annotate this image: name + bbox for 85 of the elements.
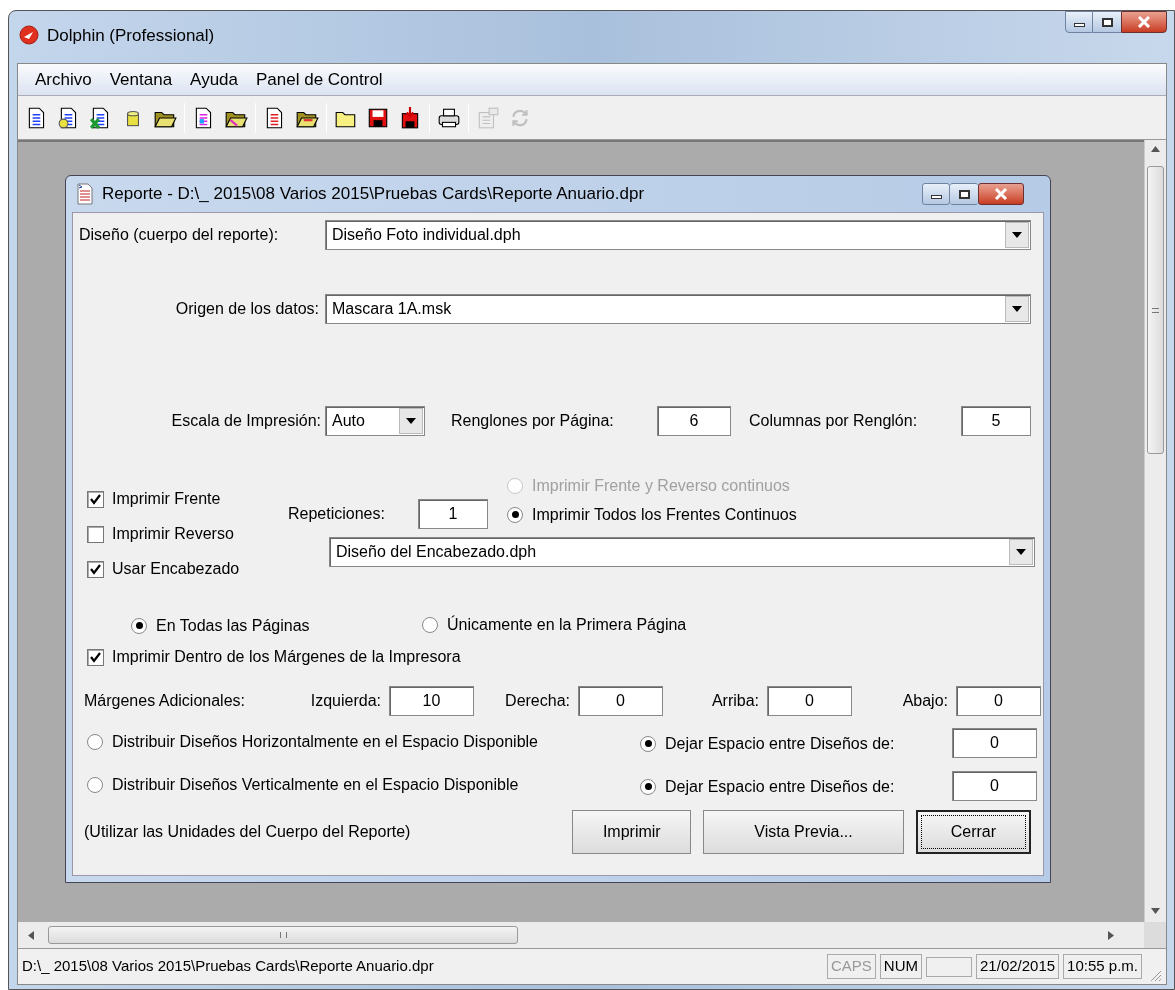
field-label: Columnas por Renglón: (749, 411, 919, 431)
checkbox[interactable]: Imprimir Reverso (87, 522, 234, 546)
status-pane (926, 956, 973, 977)
number-field[interactable]: 0 (952, 771, 1037, 801)
radio-option[interactable]: Dejar Espacio entre Diseños de: (640, 774, 895, 799)
scroll-left-icon[interactable] (28, 930, 34, 940)
dialog-button[interactable]: Cerrar (915, 810, 1031, 854)
dropdown[interactable]: Mascara 1A.msk (325, 294, 1031, 324)
radio-button[interactable] (87, 776, 103, 793)
dropdown[interactable]: Auto (325, 406, 425, 436)
dropdown[interactable]: Diseño del Encabezado.dph (329, 537, 1035, 567)
number-field[interactable]: 0 (952, 728, 1037, 758)
status-indicator: NUM (879, 954, 923, 979)
note-text: (Utilizar las Unidades del Cuerpo del Reporte) (84, 822, 412, 842)
close-icon (1137, 16, 1151, 28)
menu-item[interactable]: Ventana (100, 66, 182, 93)
app-logo-icon (19, 25, 39, 45)
field-label: Origen de los datos: (174, 299, 319, 319)
field-label: Repeticiones: (288, 504, 386, 524)
vertical-scrollbar[interactable] (1144, 140, 1166, 922)
dropdown[interactable]: Diseño Foto individual.dph (325, 220, 1031, 250)
status-indicator: CAPS (827, 954, 876, 979)
caret-icon (1016, 549, 1026, 555)
number-field[interactable]: 0 (578, 686, 663, 716)
scroll-up-icon[interactable] (1151, 146, 1160, 152)
radio-button[interactable] (640, 778, 656, 795)
checkmark-icon (89, 492, 102, 506)
field-label: Derecha: (504, 691, 571, 711)
menu-item[interactable]: Panel de Control (247, 66, 392, 93)
close-button[interactable] (978, 183, 1024, 205)
field-label: Escala de Impresión: (170, 411, 321, 431)
number-field[interactable]: 0 (956, 686, 1041, 716)
scrollbar-thumb[interactable] (48, 926, 518, 944)
radio-button[interactable] (87, 733, 103, 750)
field-label: Arriba: (710, 691, 760, 711)
number-field[interactable]: 0 (767, 686, 852, 716)
close-button[interactable] (1121, 11, 1167, 33)
report-window-title: Reporte - D:\_ 2015\08 Varios 2015\Pruebas Cards\Reporte Anuario.dpr (102, 183, 645, 206)
field-label: Izquierda: (309, 691, 382, 711)
radio-option[interactable]: En Todas las Páginas (131, 613, 310, 638)
caret-icon (406, 418, 416, 424)
caret-icon (1012, 232, 1022, 238)
radio-option[interactable]: Dejar Espacio entre Diseños de: (640, 731, 895, 756)
radio-option[interactable]: Únicamente en la Primera Página (422, 613, 687, 637)
report-document-icon (76, 183, 94, 205)
radio-option[interactable]: Distribuir Diseños Horizontalmente en el Espacio Disponible (87, 729, 538, 754)
number-field[interactable]: 5 (961, 406, 1031, 436)
status-path: D:\_ 2015\08 Varios 2015\Pruebas Cards\Reporte Anuario.dpr (22, 956, 435, 977)
close-icon (994, 188, 1008, 200)
scrollbar-corner (1144, 922, 1166, 948)
dialog-button[interactable]: Imprimir (572, 810, 692, 854)
minimize-button[interactable] (922, 183, 950, 205)
window-title: Dolphin (Professional) (47, 25, 215, 47)
checkmark-icon (89, 650, 102, 664)
radio-button[interactable] (131, 617, 147, 634)
radio-button[interactable] (507, 506, 523, 523)
field-label: Abajo: (901, 691, 949, 711)
number-field[interactable]: 1 (418, 499, 488, 529)
checkmark-icon (89, 562, 102, 576)
menu-item[interactable]: Archivo (26, 66, 101, 93)
radio-option[interactable]: Imprimir Todos los Frentes Continuos (507, 502, 797, 527)
checkbox[interactable]: Imprimir Frente (87, 487, 221, 511)
resize-grip-icon[interactable] (1148, 968, 1162, 982)
maximize-button[interactable] (950, 183, 978, 205)
scroll-down-icon[interactable] (1151, 908, 1160, 914)
field-label: Renglones por Página: (451, 411, 615, 431)
checkbox[interactable]: Imprimir Dentro de los Márgenes de la Impresora (87, 645, 461, 669)
radio-option[interactable]: Distribuir Diseños Verticalmente en el Espacio Disponible (87, 772, 519, 797)
menu-item[interactable]: Ayuda (181, 66, 247, 93)
field-label: Diseño (cuerpo del reporte): (78, 225, 280, 245)
horizontal-scrollbar[interactable] (18, 922, 1144, 948)
scrollbar-thumb[interactable] (1147, 166, 1164, 454)
field-label: Márgenes Adicionales: (84, 691, 246, 711)
status-time: 10:55 p.m. (1063, 954, 1142, 979)
minimize-button[interactable] (1065, 11, 1093, 33)
number-field[interactable]: 10 (389, 686, 474, 716)
checkbox[interactable]: Usar Encabezado (87, 557, 240, 581)
radio-button[interactable] (422, 617, 438, 633)
scroll-right-icon[interactable] (1108, 930, 1114, 940)
maximize-button[interactable] (1093, 11, 1121, 33)
radio-button[interactable] (640, 735, 656, 752)
number-field[interactable]: 6 (657, 406, 731, 436)
caret-icon (1012, 306, 1022, 312)
status-date: 21/02/2015 (976, 954, 1060, 979)
dialog-button[interactable]: Vista Previa... (703, 810, 904, 854)
